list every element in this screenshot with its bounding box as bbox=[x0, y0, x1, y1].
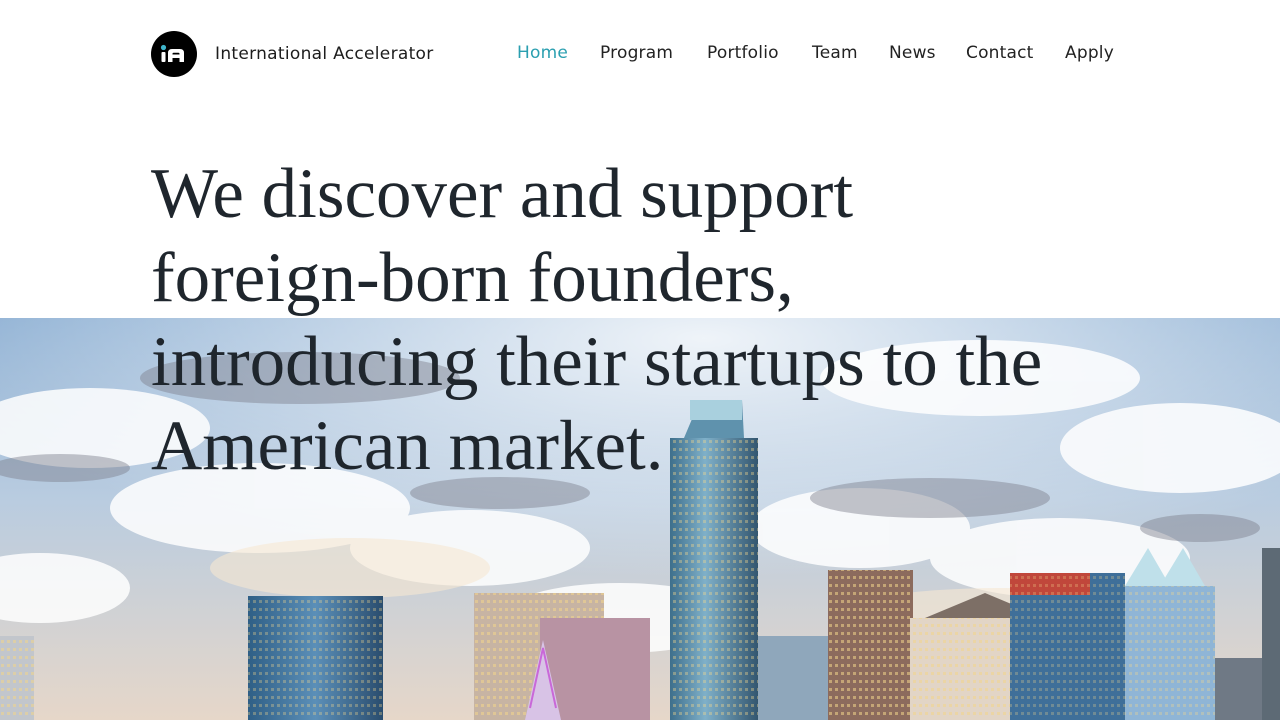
headline-line: introducing their startups to the bbox=[151, 323, 1043, 401]
ia-logo-icon bbox=[151, 31, 197, 77]
headline-line: We discover and support bbox=[151, 155, 854, 233]
nav-item-contact[interactable]: Contact bbox=[966, 43, 1034, 63]
headline-line: American market. bbox=[151, 407, 664, 485]
site-header: International Accelerator Home Program P… bbox=[0, 0, 1280, 108]
nav-item-program[interactable]: Program bbox=[600, 43, 673, 63]
nav-item-portfolio[interactable]: Portfolio bbox=[707, 43, 779, 63]
brand-link[interactable]: International Accelerator bbox=[151, 31, 434, 77]
hero-headline: We discover and support foreign-born fou… bbox=[151, 152, 1151, 488]
nav-item-news[interactable]: News bbox=[889, 43, 936, 63]
headline-line: foreign-born founders, bbox=[151, 239, 794, 317]
nav-item-apply[interactable]: Apply bbox=[1065, 43, 1114, 63]
nav-item-team[interactable]: Team bbox=[812, 43, 858, 63]
nav-item-home[interactable]: Home bbox=[517, 43, 568, 63]
brand-name: International Accelerator bbox=[215, 44, 434, 64]
